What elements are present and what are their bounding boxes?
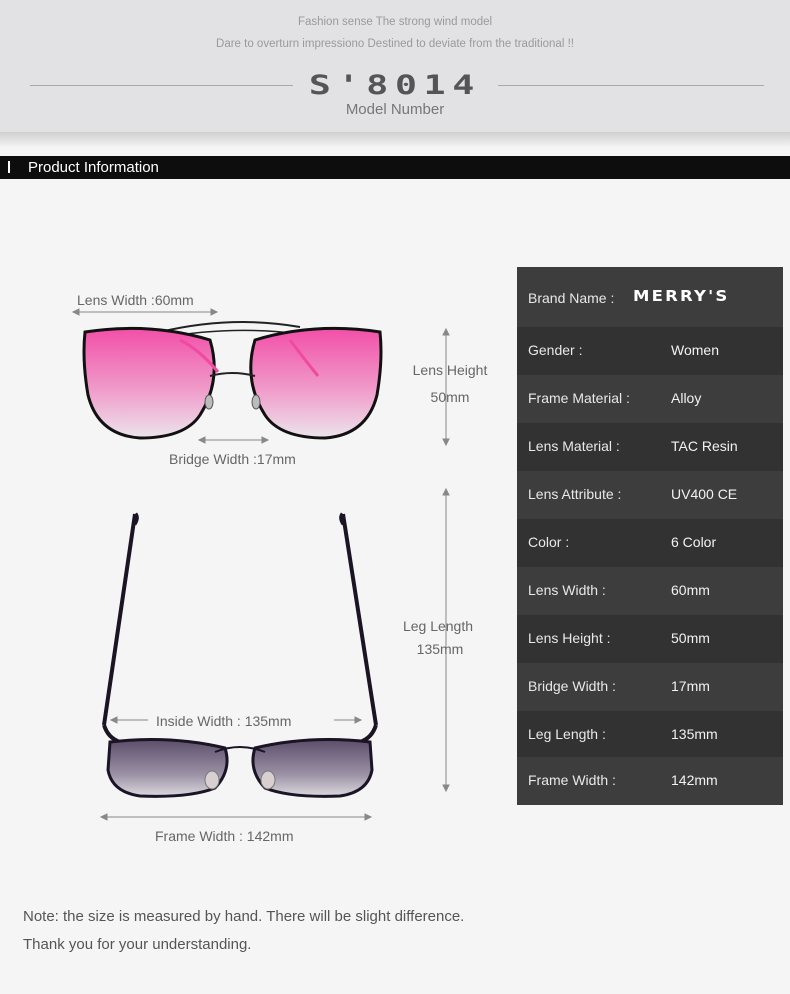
spec-value: 60mm	[671, 582, 710, 598]
section-title: Product Information	[28, 159, 159, 176]
model-number-label: Model Number	[345, 101, 445, 118]
leg-length-arrow	[442, 487, 450, 793]
spec-key: Frame Material :	[528, 390, 630, 406]
spec-row: Lens Material : TAC Resin	[517, 423, 783, 471]
sunglasses-front-diagram	[71, 308, 450, 447]
model-number: S'8014	[308, 70, 482, 101]
note-line-1: Note: the size is measured by hand. Ther…	[23, 908, 465, 925]
left-lens	[82, 326, 216, 440]
spec-value: TAC Resin	[671, 438, 738, 454]
spec-value: 142mm	[671, 772, 718, 788]
leg-length-label: Leg Length	[402, 618, 474, 634]
frame-width-label: Frame Width : 142mm	[155, 828, 294, 844]
spec-value: 135mm	[671, 726, 718, 742]
spec-row: Gender : Women	[517, 327, 783, 375]
spec-row: Frame Material : Alloy	[517, 375, 783, 423]
spec-row: Lens Height : 50mm	[517, 615, 783, 663]
header-banner: Fashion sense The strong wind model Dare…	[0, 0, 790, 132]
spec-key: Color :	[528, 534, 570, 550]
lens-height-arrow	[442, 327, 450, 447]
right-lens	[249, 326, 383, 440]
spec-row: Color : 6 Color	[517, 519, 783, 567]
spec-key: Lens Attribute :	[528, 486, 622, 502]
lens-height-value: 50mm	[430, 389, 470, 405]
left-temple	[102, 513, 137, 726]
section-marker	[8, 161, 10, 173]
inside-width-label: Inside Width : 135mm	[156, 713, 292, 729]
tagline-1: Fashion sense The strong wind model	[297, 16, 493, 28]
spec-table: Brand Name : MERRY'S Gender : Women Fram…	[517, 267, 783, 805]
brand-logo: MERRY'S	[633, 287, 730, 305]
spec-row: Lens Width : 60mm	[517, 567, 783, 615]
spec-row: Bridge Width : 17mm	[517, 663, 783, 711]
lens-width-label: Lens Width :60mm	[77, 292, 194, 308]
header-shadow	[0, 132, 790, 148]
spec-key: Frame Width :	[528, 772, 616, 788]
spec-key: Brand Name :	[528, 290, 615, 306]
spec-key: Gender :	[528, 342, 583, 358]
right-temple	[341, 513, 378, 726]
spec-value: Women	[671, 342, 719, 358]
spec-key: Lens Material :	[528, 438, 620, 454]
spec-value: 17mm	[671, 678, 710, 694]
spec-row: Leg Length : 135mm	[517, 711, 783, 759]
spec-row: Lens Attribute : UV400 CE	[517, 471, 783, 519]
spec-value: 50mm	[671, 630, 710, 646]
lens-width-arrow	[71, 308, 219, 316]
lens-height-label: Lens Height	[412, 362, 488, 378]
spec-key: Bridge Width :	[528, 678, 616, 694]
spec-row-brand: Brand Name : MERRY'S	[517, 267, 783, 327]
spec-row: Frame Width : 142mm	[517, 757, 783, 805]
leg-length-value: 135mm	[416, 641, 464, 657]
spec-key: Leg Length :	[528, 726, 606, 742]
tagline-2: Dare to overturn impressiono Destined to…	[216, 38, 574, 50]
sunglasses-top-diagram	[99, 487, 450, 821]
spec-key: Lens Width :	[528, 582, 606, 598]
spec-value: UV400 CE	[671, 486, 738, 502]
bridge-width-arrow	[197, 436, 270, 444]
section-header: Product Information	[0, 156, 790, 179]
spec-value: 6 Color	[671, 534, 717, 550]
spec-key: Lens Height :	[528, 630, 611, 646]
bridge-width-label: Bridge Width :17mm	[169, 451, 296, 467]
spec-value: Alloy	[671, 390, 702, 406]
frame-width-arrow	[99, 813, 373, 821]
note-line-2: Thank you for your understanding.	[23, 936, 252, 953]
